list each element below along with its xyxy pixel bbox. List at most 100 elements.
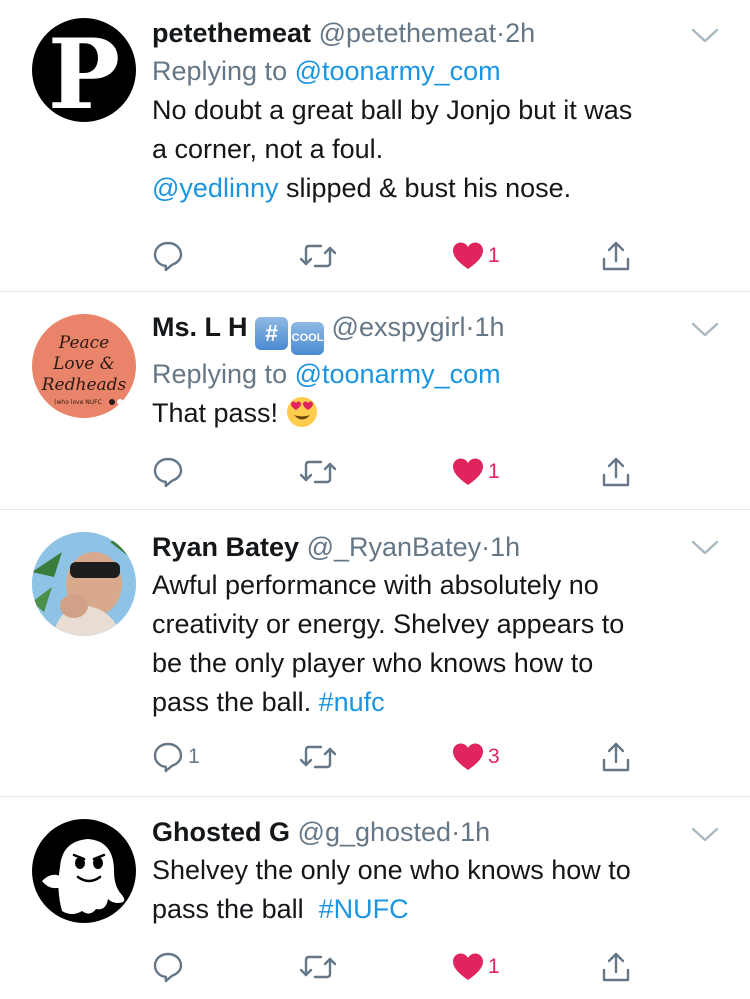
share-icon (600, 741, 632, 773)
display-name[interactable]: Ms. L H (152, 312, 248, 342)
tweet-exspygirl[interactable]: Peace Love & Redheads (who love NUFC Ms.… (0, 292, 750, 510)
heart-icon (452, 952, 484, 982)
tweet-text: Awful performance with absolutely no cre… (152, 566, 710, 722)
replying-to-label: Replying to (152, 359, 288, 389)
display-name[interactable]: Ghosted G (152, 817, 290, 847)
avatar[interactable] (32, 819, 136, 923)
replying-to-label: Replying to (152, 56, 288, 86)
like-count: 1 (488, 955, 500, 978)
user-handle[interactable]: @exspygirl (332, 312, 466, 342)
heart-icon (452, 241, 484, 271)
tweet-header: Ryan Batey @_RyanBatey·1h (152, 528, 710, 566)
text-line: a corner, not a foul. (152, 134, 384, 164)
hash-emoji-badge: # (255, 317, 289, 350)
reply-to-link[interactable]: @toonarmy_com (295, 56, 501, 86)
avatar-text: (who love NUFC (54, 399, 102, 406)
like-count: 1 (488, 460, 500, 483)
like-count: 1 (488, 244, 500, 267)
reply-icon (152, 951, 184, 983)
heart-eyes-emoji-icon (286, 396, 318, 439)
reply-button[interactable] (152, 947, 188, 987)
like-button[interactable]: 1 (452, 236, 500, 276)
text-line: pass the ball. (152, 687, 319, 717)
heart-icon (452, 457, 484, 487)
reply-button[interactable]: 1 (152, 737, 200, 777)
avatar-letter: P (48, 18, 120, 122)
share-icon (600, 240, 632, 272)
reply-count: 1 (188, 745, 200, 768)
like-count: 3 (488, 745, 500, 768)
hashtag-link[interactable]: #NUFC (319, 894, 409, 924)
share-icon (600, 456, 632, 488)
text-line: slipped & bust his nose. (278, 173, 572, 203)
avatar[interactable]: Peace Love & Redheads (who love NUFC (32, 314, 136, 418)
reply-button[interactable] (152, 236, 188, 276)
tweet-g-ghosted[interactable]: Ghosted G @g_ghosted·1h Shelvey the only… (0, 797, 750, 999)
text-line: That pass! (152, 398, 279, 428)
retweet-button[interactable] (300, 236, 336, 276)
mention-link[interactable]: @yedlinny (152, 173, 278, 203)
text-line: be the only player who knows how to (152, 648, 594, 678)
like-button[interactable]: 3 (452, 737, 500, 777)
tweet-ryanbatey[interactable]: Ryan Batey @_RyanBatey·1h Awful performa… (0, 510, 750, 797)
user-handle[interactable]: @_RyanBatey (307, 532, 482, 562)
avatar[interactable] (32, 532, 136, 636)
text-line: No doubt a great ball by Jonjo but it wa… (152, 95, 633, 125)
tweet-header: petethemeat @petethemeat·2h (152, 14, 710, 52)
replying-to: Replying to @toonarmy_com (152, 52, 710, 91)
display-name[interactable]: petethemeat (152, 18, 311, 48)
like-button[interactable]: 1 (452, 452, 500, 492)
hashtag-link[interactable]: #nufc (319, 687, 385, 717)
text-line: creativity or energy. Shelvey appears to (152, 609, 625, 639)
retweet-icon (300, 456, 336, 488)
reply-icon (152, 741, 184, 773)
separator: · (465, 312, 475, 342)
text-line: Shelvey the only one who knows how to (152, 855, 631, 885)
share-button[interactable] (600, 452, 632, 492)
avatar-text: Love & (52, 354, 115, 374)
retweet-icon (300, 240, 336, 272)
reply-icon (152, 456, 184, 488)
retweet-icon (300, 741, 336, 773)
separator: · (451, 817, 461, 847)
retweet-button[interactable] (300, 452, 336, 492)
retweet-button[interactable] (300, 947, 336, 987)
tweet-text: No doubt a great ball by Jonjo but it wa… (152, 91, 710, 208)
reply-to-link[interactable]: @toonarmy_com (295, 359, 501, 389)
display-name[interactable]: Ryan Batey (152, 532, 299, 562)
retweet-icon (300, 951, 336, 983)
text-line: Awful performance with absolutely no (152, 570, 599, 600)
share-icon (600, 951, 632, 983)
timestamp[interactable]: 1h (460, 817, 490, 847)
share-button[interactable] (600, 737, 632, 777)
avatar[interactable]: P (32, 18, 136, 122)
ghost-icon (42, 839, 125, 914)
timestamp[interactable]: 1h (490, 532, 520, 562)
retweet-button[interactable] (300, 737, 336, 777)
tweet-text: That pass! (152, 394, 710, 439)
user-handle[interactable]: @g_ghosted (298, 817, 452, 847)
tweet-petethemeat[interactable]: P petethemeat @petethemeat·2h Replying t… (0, 0, 750, 292)
tweet-text: Shelvey the only one who knows how to pa… (152, 851, 710, 929)
action-bar: 1 (152, 236, 750, 276)
share-button[interactable] (600, 236, 632, 276)
tweet-header: Ms. L H # COOL @exspygirl·1h (152, 308, 710, 355)
avatar-text: Redheads (41, 375, 127, 395)
replying-to: Replying to @toonarmy_com (152, 355, 710, 394)
heart-icon (452, 742, 484, 772)
avatar-text: Peace (58, 333, 109, 353)
action-bar: 1 (152, 947, 750, 987)
separator: · (481, 532, 491, 562)
separator: · (496, 18, 506, 48)
like-button[interactable]: 1 (452, 947, 500, 987)
action-bar: 1 3 (152, 737, 750, 777)
tweet-header: Ghosted G @g_ghosted·1h (152, 813, 710, 851)
reply-icon (152, 240, 184, 272)
text-line: pass the ball (152, 894, 319, 924)
user-handle[interactable]: @petethemeat (319, 18, 497, 48)
share-button[interactable] (600, 947, 632, 987)
action-bar: 1 (152, 452, 750, 492)
reply-button[interactable] (152, 452, 188, 492)
timestamp[interactable]: 2h (505, 18, 535, 48)
timestamp[interactable]: 1h (475, 312, 505, 342)
